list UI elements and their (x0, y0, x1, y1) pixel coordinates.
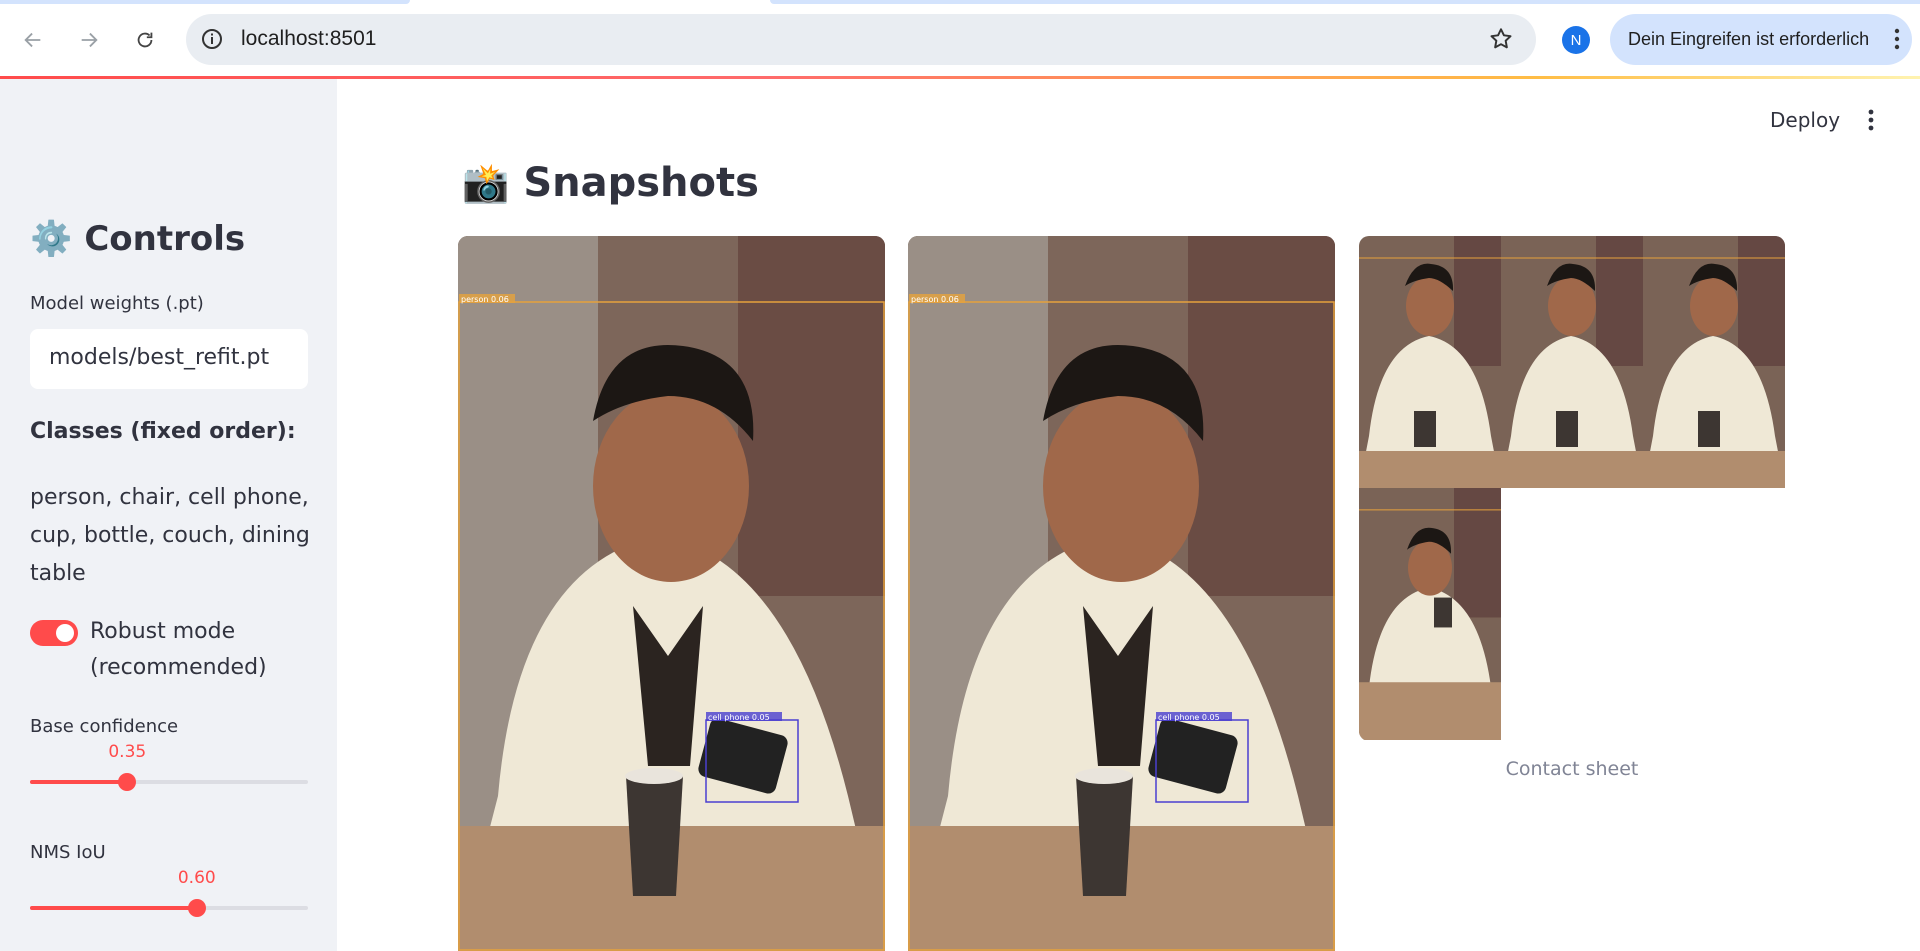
notice-label: Dein Eingreifen ist erforderlich (1628, 29, 1870, 49)
url-text[interactable]: localhost:8501 (241, 27, 376, 51)
page-heading: Snapshots (523, 160, 759, 206)
slider-thumb[interactable] (187, 899, 206, 917)
classes-heading: Classes (fixed order): (30, 419, 296, 444)
kebab-icon[interactable] (1894, 28, 1900, 50)
deploy-button[interactable]: Deploy (1770, 108, 1840, 132)
contact-sheet-thumbnail (1359, 236, 1501, 488)
address-bar[interactable]: localhost:8501 (186, 14, 1536, 65)
snapshot-photo: person 0.06 cell phone 0.05 (908, 236, 1335, 951)
detection-label: person 0.06 (461, 295, 509, 304)
contact-sheet-thumbnail (1501, 236, 1643, 488)
back-icon[interactable] (15, 22, 51, 58)
base-confidence-slider[interactable]: 0.35 (30, 742, 308, 791)
slider-fill (30, 906, 197, 910)
forward-icon[interactable] (71, 22, 107, 58)
detection-label: person 0.06 (911, 295, 959, 304)
sidebar: ⚙️ Controls Model weights (.pt) models/b… (0, 79, 337, 951)
intervention-notice-button[interactable]: Dein Eingreifen ist erforderlich (1610, 14, 1912, 65)
detection-label: cell phone 0.05 (1158, 713, 1220, 722)
classes-list: person, chair, cell phone, cup, bottle, … (30, 485, 310, 586)
camera-icon: 📸 (462, 160, 510, 205)
detection-label: cell phone 0.05 (708, 713, 770, 722)
base-confidence-label: Base confidence (30, 716, 179, 737)
weights-input[interactable]: models/best_refit.pt (30, 329, 308, 389)
snapshot-image[interactable]: person 0.06 cell phone 0.05 (908, 236, 1335, 951)
sidebar-heading: Controls (84, 219, 246, 259)
nms-iou-slider[interactable]: 0.60 (30, 868, 308, 917)
tab[interactable] (0, 0, 410, 4)
sidebar-title: ⚙️ Controls (30, 219, 245, 259)
profile-avatar[interactable]: N (1562, 26, 1590, 54)
nms-iou-label: NMS IoU (30, 842, 106, 863)
slider-value: 0.35 (108, 742, 147, 762)
star-icon[interactable] (1488, 26, 1514, 52)
slider-value: 0.60 (177, 868, 216, 888)
contact-sheet-thumbnail (1359, 488, 1501, 740)
slider-thumb[interactable] (118, 773, 137, 791)
contact-sheet-thumbnail (1643, 236, 1785, 488)
gear-icon: ⚙️ (30, 219, 73, 259)
browser-chrome: localhost:8501 N Dein Eingreifen ist erf… (0, 0, 1920, 79)
toggle-knob (56, 624, 74, 642)
contact-sheet-image[interactable] (1359, 236, 1785, 741)
tab-strip (0, 0, 1920, 6)
tab[interactable] (770, 0, 1920, 4)
contact-sheet-caption: Contact sheet (1505, 758, 1639, 780)
page-title: 📸 Snapshots (462, 160, 759, 206)
snapshot-image[interactable]: person 0.06 cell phone 0.05 (458, 236, 885, 951)
reload-icon[interactable] (127, 22, 163, 58)
info-icon[interactable] (200, 27, 224, 51)
robust-mode-toggle[interactable] (30, 620, 78, 646)
main-menu-icon[interactable] (1864, 108, 1878, 132)
snapshot-photo: person 0.06 cell phone 0.05 (458, 236, 885, 951)
weights-label: Model weights (.pt) (30, 293, 204, 314)
slider-fill (30, 780, 128, 784)
robust-mode-label: Robust mode (recommended) (90, 619, 267, 680)
